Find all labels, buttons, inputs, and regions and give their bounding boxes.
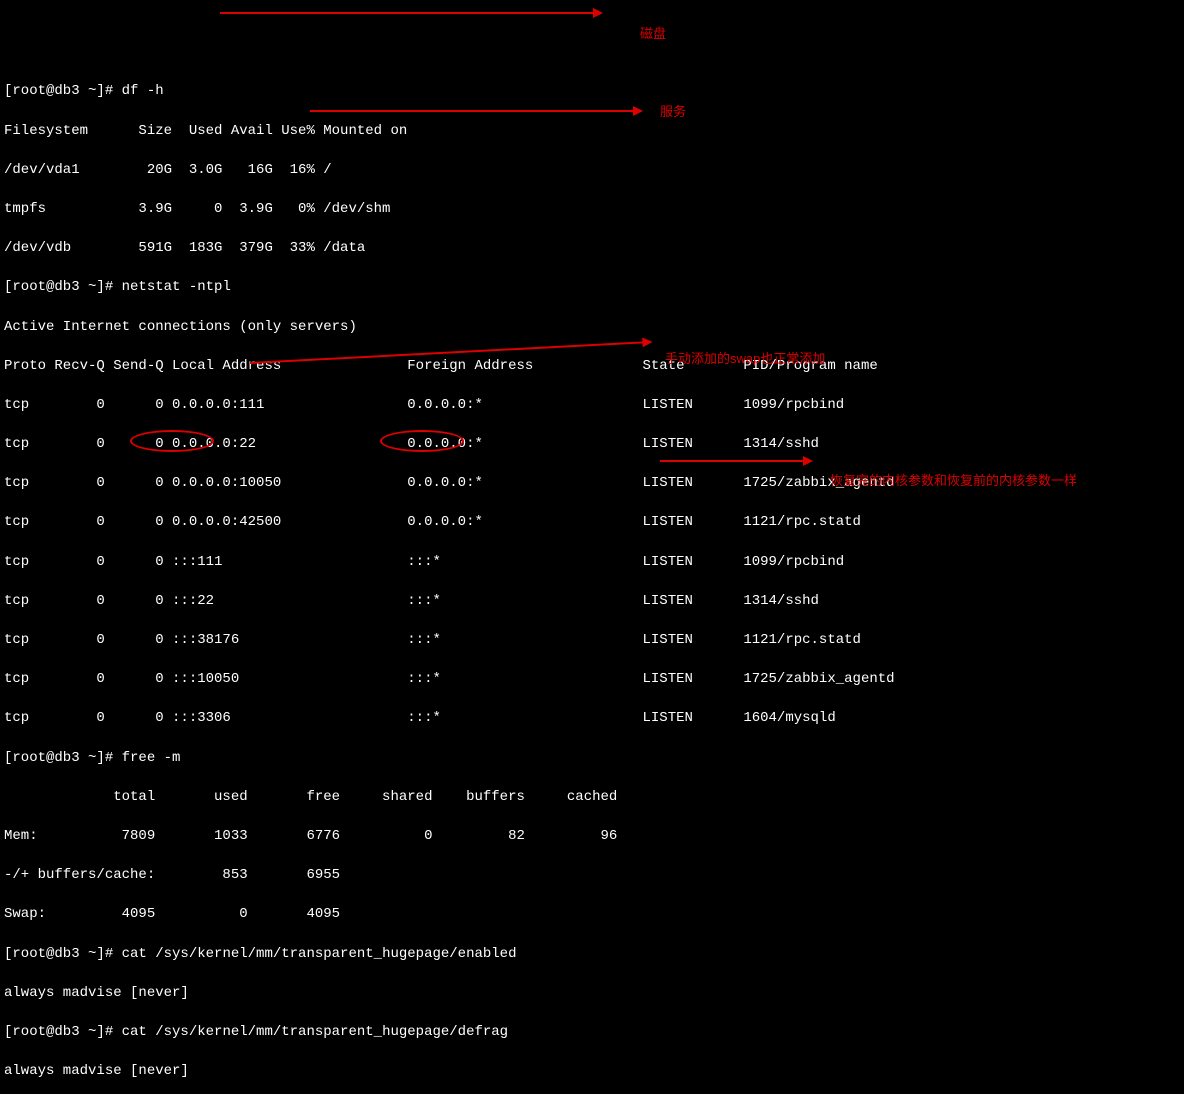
df-header: Filesystem Size Used Avail Use% Mounted …	[4, 122, 1180, 142]
free-row: -/+ buffers/cache: 853 6955	[4, 866, 1180, 886]
thp-defrag-output: always madvise [never]	[4, 1062, 1180, 1082]
cmd-df: df -h	[122, 83, 164, 99]
netstat-row: tcp 0 0 0.0.0.0:42500 0.0.0.0:* LISTEN 1…	[4, 513, 1180, 533]
netstat-row: tcp 0 0 :::22 :::* LISTEN 1314/sshd	[4, 592, 1180, 612]
annotation-service: 服务	[660, 103, 686, 121]
prompt: [root@db3 ~]#	[4, 946, 122, 962]
df-row: /dev/vda1 20G 3.0G 16G 16% /	[4, 161, 1180, 181]
ellipse-swap-free	[380, 430, 464, 452]
annotation-disk: 磁盘	[640, 25, 666, 43]
arrow-service	[310, 110, 640, 112]
prompt: [root@db3 ~]#	[4, 83, 122, 99]
prompt: [root@db3 ~]#	[4, 750, 122, 766]
arrow-kernel	[660, 460, 810, 462]
cmd-netstat: netstat -ntpl	[122, 279, 231, 295]
annotation-swap: 手动添加的swap也正常添加	[665, 350, 825, 368]
thp-enabled-output: always madvise [never]	[4, 984, 1180, 1004]
netstat-row: tcp 0 0 :::10050 :::* LISTEN 1725/zabbix…	[4, 670, 1180, 690]
prompt: [root@db3 ~]#	[4, 279, 122, 295]
netstat-row: tcp 0 0 :::3306 :::* LISTEN 1604/mysqld	[4, 709, 1180, 729]
free-row: Mem: 7809 1033 6776 0 82 96	[4, 827, 1180, 847]
netstat-row: tcp 0 0 :::38176 :::* LISTEN 1121/rpc.st…	[4, 631, 1180, 651]
netstat-header: Proto Recv-Q Send-Q Local Address Foreig…	[4, 357, 1180, 377]
free-header: total used free shared buffers cached	[4, 788, 1180, 808]
netstat-row: tcp 0 0 0.0.0.0:111 0.0.0.0:* LISTEN 109…	[4, 396, 1180, 416]
cmd-cat-defrag: cat /sys/kernel/mm/transparent_hugepage/…	[122, 1024, 508, 1040]
netstat-title: Active Internet connections (only server…	[4, 318, 1180, 338]
ellipse-swap-total	[130, 430, 214, 452]
df-row: /dev/vdb 591G 183G 379G 33% /data	[4, 239, 1180, 259]
cmd-free: free -m	[122, 750, 181, 766]
cmd-cat-enabled: cat /sys/kernel/mm/transparent_hugepage/…	[122, 946, 517, 962]
free-row: Swap: 4095 0 4095	[4, 905, 1180, 925]
df-row: tmpfs 3.9G 0 3.9G 0% /dev/shm	[4, 200, 1180, 220]
arrow-disk	[220, 12, 600, 14]
netstat-row: tcp 0 0 :::111 :::* LISTEN 1099/rpcbind	[4, 553, 1180, 573]
annotation-kernel: 恢复完的内核参数和恢复前的内核参数一样	[830, 472, 1077, 490]
prompt: [root@db3 ~]#	[4, 1024, 122, 1040]
